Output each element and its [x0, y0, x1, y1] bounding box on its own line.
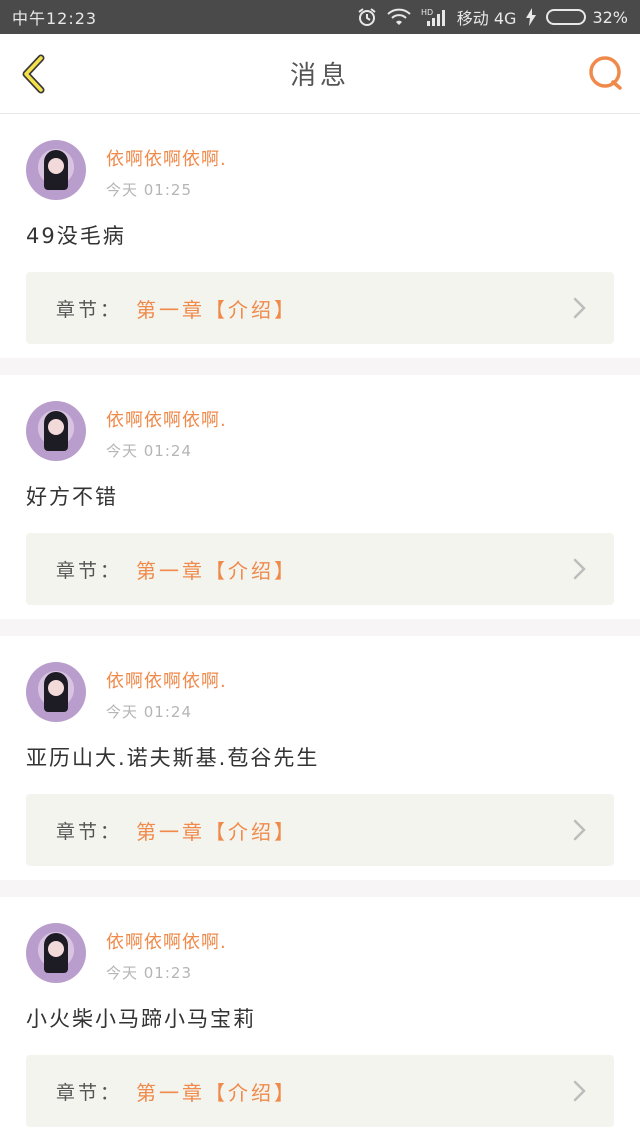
- message-card: 依啊依啊依啊. 今天 01:23 小火柴小马蹄小马宝莉 章节： 第一章【介绍】: [0, 897, 640, 1138]
- chevron-right-icon: [573, 819, 586, 841]
- status-icons: HD 移动 4G 32%: [357, 5, 628, 29]
- message-card: 依啊依啊依啊. 今天 01:24 亚历山大.诺夫斯基.苞谷先生 章节： 第一章【…: [0, 636, 640, 880]
- message-content: 亚历山大.诺夫斯基.苞谷先生: [26, 746, 320, 770]
- username[interactable]: 依啊依啊依啊.: [106, 145, 227, 171]
- message-content: 49没毛病: [26, 224, 126, 248]
- status-bar: 中午12:23 HD 移动 4G 32%: [0, 0, 640, 34]
- avatar[interactable]: [26, 923, 86, 983]
- chapter-name: 第一章【介绍】: [136, 558, 298, 583]
- timestamp: 今天 01:24: [106, 442, 192, 460]
- top-bar: 消息: [0, 34, 640, 114]
- chapter-label: 章节：: [56, 559, 123, 582]
- search-icon: [589, 56, 622, 90]
- username[interactable]: 依啊依啊依啊.: [106, 667, 227, 693]
- alarm-icon: [357, 7, 377, 27]
- chapter-link[interactable]: 章节： 第一章【介绍】: [26, 272, 614, 344]
- chapter-name: 第一章【介绍】: [136, 1080, 298, 1105]
- wifi-icon: [387, 8, 411, 26]
- chapter-name: 第一章【介绍】: [136, 819, 298, 844]
- timestamp: 今天 01:24: [106, 703, 192, 721]
- battery-percent: 32%: [592, 7, 628, 27]
- chapter-name: 第一章【介绍】: [136, 297, 298, 322]
- chapter-link[interactable]: 章节： 第一章【介绍】: [26, 794, 614, 866]
- username[interactable]: 依啊依啊依啊.: [106, 928, 227, 954]
- search-button[interactable]: [586, 54, 626, 94]
- svg-text:HD: HD: [421, 8, 433, 17]
- chevron-right-icon: [573, 297, 586, 319]
- chevron-right-icon: [573, 1080, 586, 1102]
- page-title: 消息: [289, 61, 350, 91]
- chapter-label: 章节：: [56, 298, 123, 321]
- chevron-right-icon: [573, 558, 586, 580]
- avatar[interactable]: [26, 401, 86, 461]
- message-content: 小火柴小马蹄小马宝莉: [26, 1007, 256, 1031]
- message-content: 好方不错: [26, 485, 118, 509]
- battery-icon: 32%: [546, 8, 628, 27]
- timestamp: 今天 01:25: [106, 181, 192, 199]
- network-label: 移动 4G: [456, 9, 517, 28]
- chapter-label: 章节：: [56, 1081, 123, 1104]
- message-card: 依啊依啊依啊. 今天 01:25 49没毛病 章节： 第一章【介绍】: [0, 114, 640, 358]
- message-list: 依啊依啊依啊. 今天 01:25 49没毛病 章节： 第一章【介绍】 依啊依啊依…: [0, 114, 640, 1138]
- avatar[interactable]: [26, 662, 86, 722]
- avatar[interactable]: [26, 140, 86, 200]
- message-card: 依啊依啊依啊. 今天 01:24 好方不错 章节： 第一章【介绍】: [0, 375, 640, 619]
- chapter-link[interactable]: 章节： 第一章【介绍】: [26, 1055, 614, 1127]
- username[interactable]: 依啊依啊依啊.: [106, 406, 227, 432]
- hd-signal-icon: HD: [421, 7, 447, 27]
- back-button[interactable]: [14, 52, 58, 96]
- timestamp: 今天 01:23: [106, 964, 192, 982]
- status-time: 中午12:23: [12, 9, 98, 28]
- charging-icon: [526, 8, 537, 26]
- chapter-link[interactable]: 章节： 第一章【介绍】: [26, 533, 614, 605]
- chapter-label: 章节：: [56, 820, 123, 843]
- chevron-left-icon: [22, 54, 45, 94]
